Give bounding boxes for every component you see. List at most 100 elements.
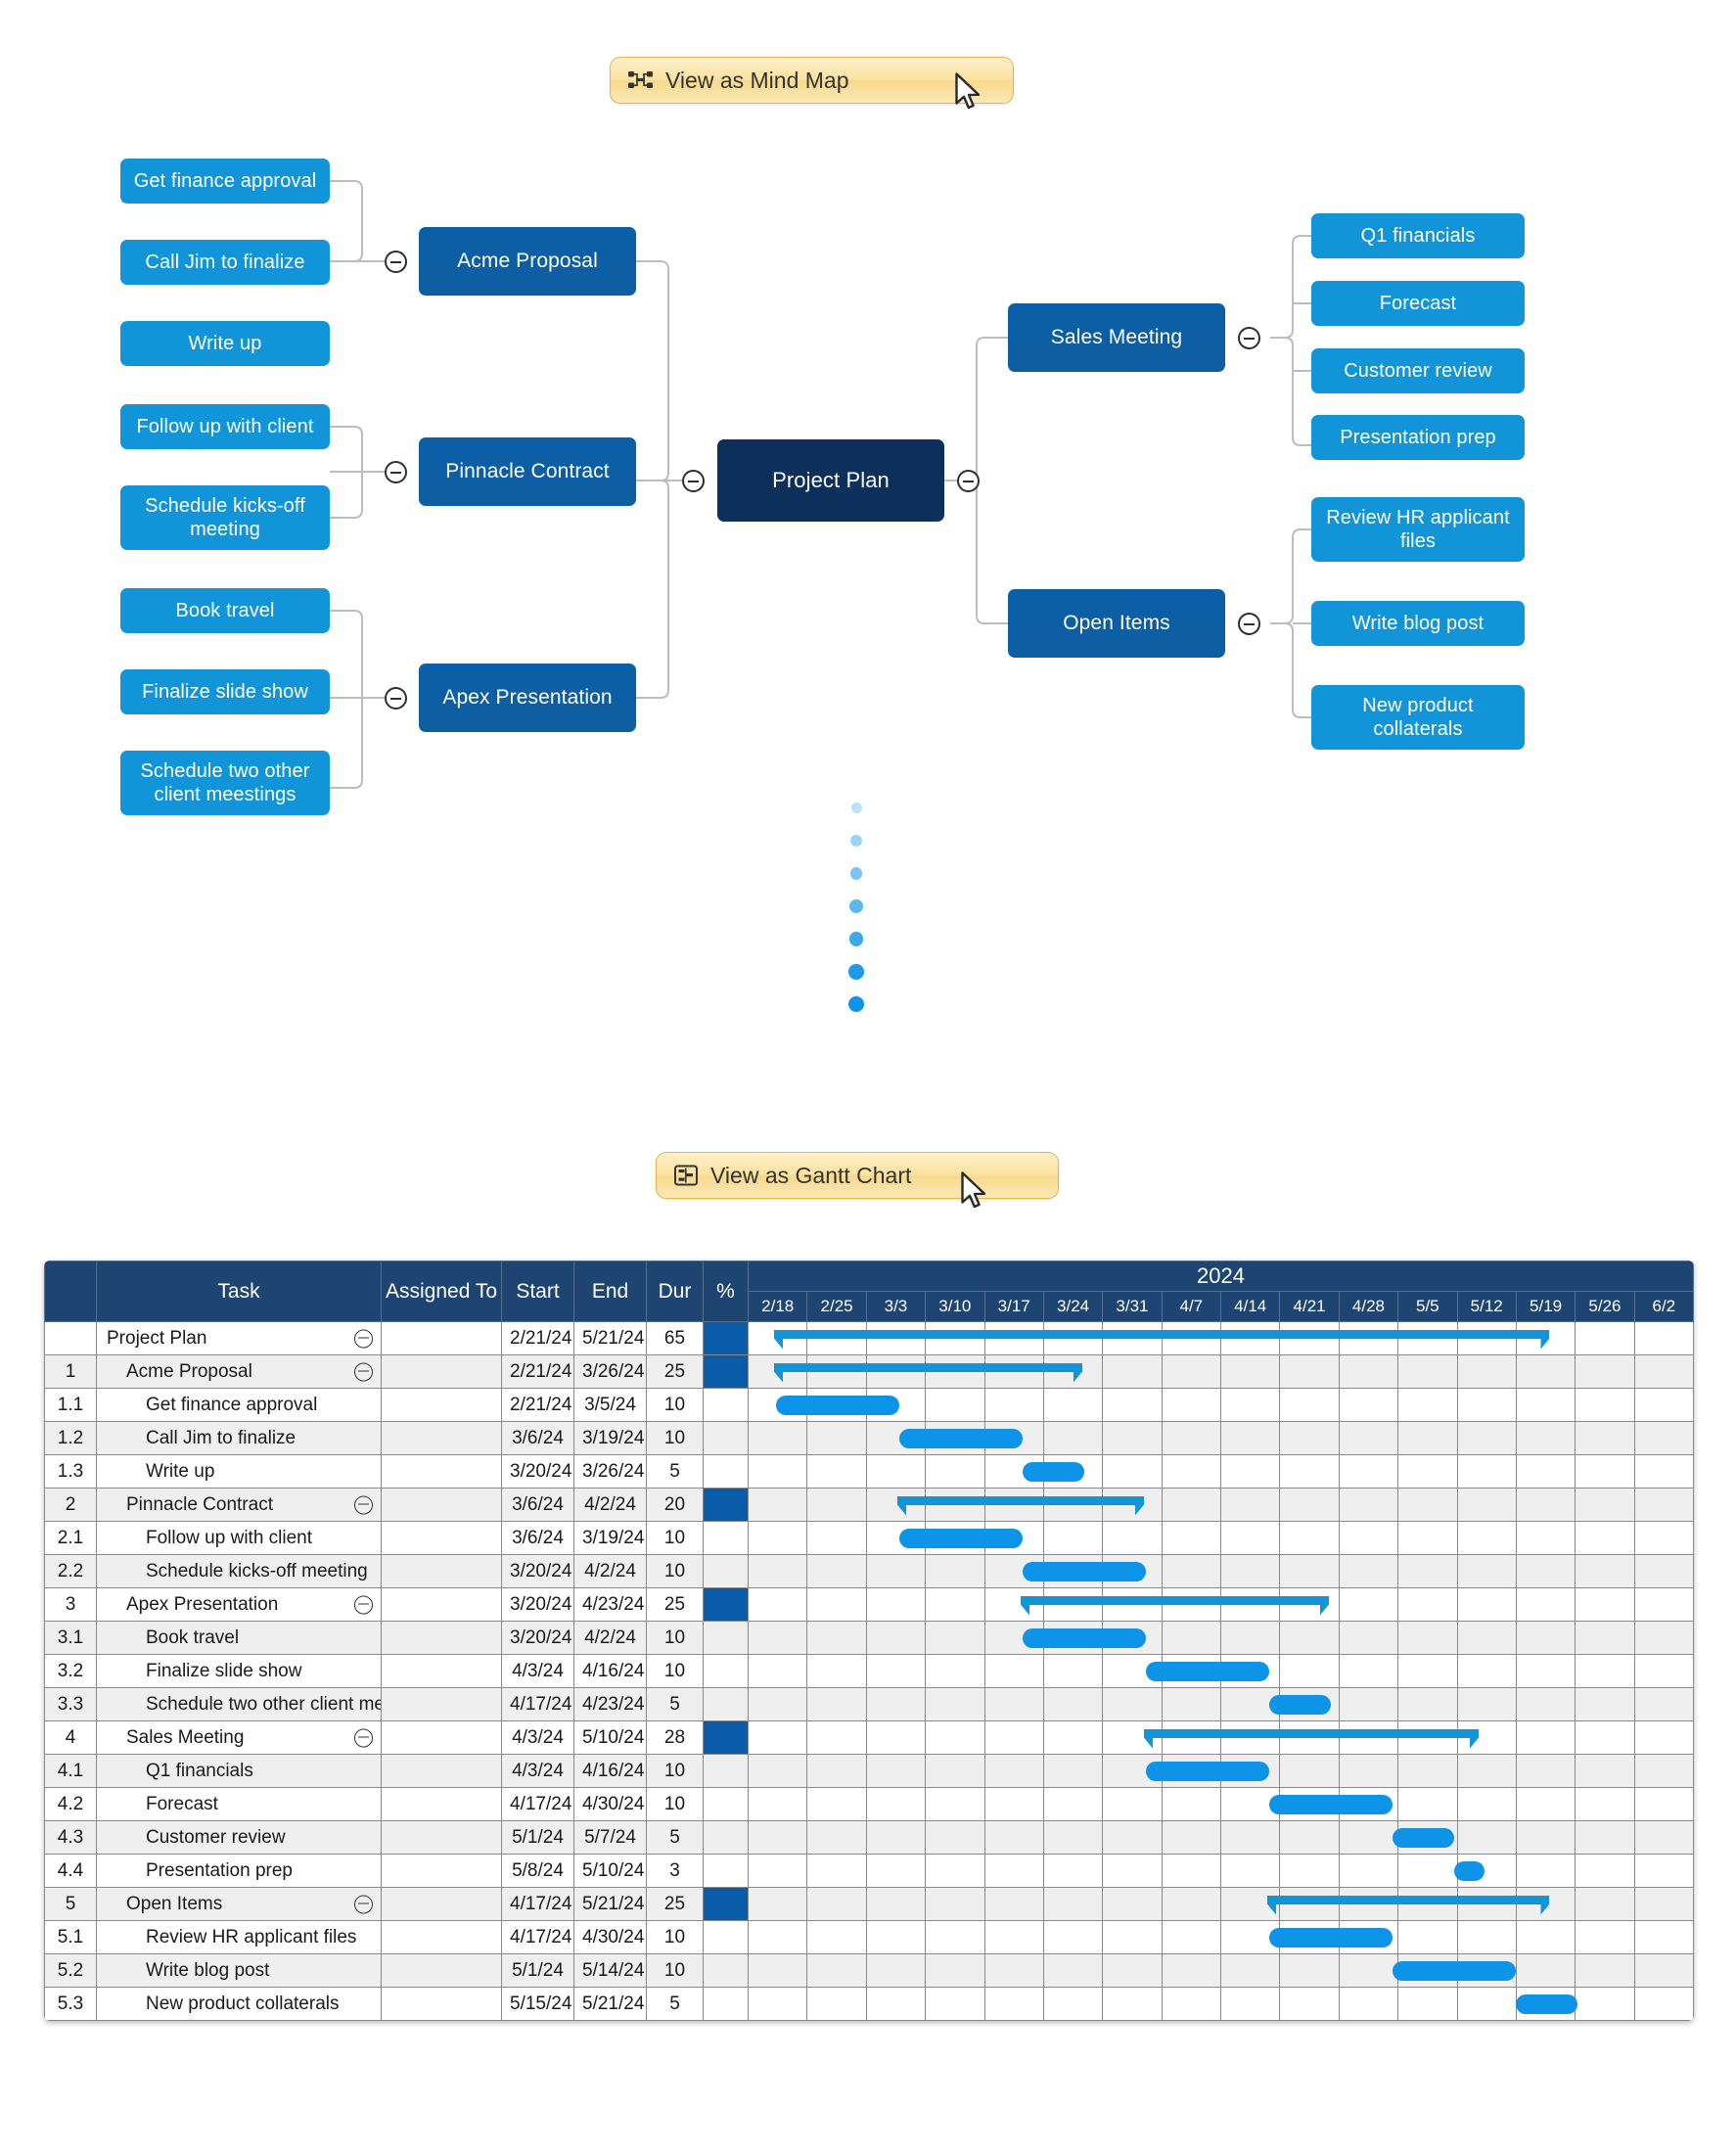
gantt-grid-cell: [1102, 1687, 1163, 1721]
gantt-table-row[interactable]: 1 Acme Proposal 2/21/24 3/26/24 25: [44, 1354, 1694, 1389]
mindmap-leaf-write-up[interactable]: Write up: [120, 321, 330, 366]
gantt-week-header: 4/7: [1161, 1291, 1222, 1322]
mindmap-leaf-forecast[interactable]: Forecast: [1311, 281, 1525, 326]
mindmap-leaf-customer-review[interactable]: Customer review: [1311, 348, 1525, 393]
gantt-table-row[interactable]: 4.4 Presentation prep 5/8/24 5/10/24 3: [44, 1854, 1694, 1888]
gantt-grid-cell: [806, 1388, 867, 1422]
gantt-grid-cell: [806, 1920, 867, 1954]
gantt-table-row[interactable]: 3.1 Book travel 3/20/24 4/2/24 10: [44, 1621, 1694, 1655]
mindmap-branch-apex-presentation[interactable]: Apex Presentation: [419, 664, 636, 732]
gantt-table-row[interactable]: 1.2 Call Jim to finalize 3/6/24 3/19/24 10: [44, 1421, 1694, 1455]
row-collapse-icon[interactable]: [354, 1329, 373, 1348]
gantt-table-row[interactable]: 1.1 Get finance approval 2/21/24 3/5/24 10: [44, 1388, 1694, 1422]
mindmap-collapse-open-items[interactable]: [1238, 613, 1260, 635]
mindmap-branch-open-items[interactable]: Open Items: [1008, 589, 1225, 658]
mindmap-collapse-sales-meeting[interactable]: [1238, 327, 1260, 349]
mindmap-leaf-book-travel[interactable]: Book travel: [120, 588, 330, 633]
row-collapse-icon[interactable]: [354, 1895, 373, 1913]
mindmap-leaf-new-product-collaterals[interactable]: New product collaterals: [1311, 685, 1525, 750]
gantt-grid-cell: [1633, 1887, 1694, 1921]
row-collapse-icon[interactable]: [354, 1362, 373, 1381]
gantt-grid-cell: [1633, 1354, 1694, 1389]
cell-assigned-to: [381, 1987, 502, 2021]
cell-start: 3/20/24: [501, 1454, 574, 1489]
gantt-grid-cell: [1515, 1720, 1576, 1755]
gantt-grid-cell: [1042, 1488, 1104, 1522]
gantt-grid-cell: [983, 1621, 1044, 1655]
gantt-table-row[interactable]: 4.2 Forecast 4/17/24 4/30/24 10: [44, 1787, 1694, 1821]
mindmap-leaf-review-hr-applicant-files[interactable]: Review HR applicant files: [1311, 497, 1525, 562]
mindmap-leaf-follow-up-with-client[interactable]: Follow up with client: [120, 404, 330, 449]
header-task[interactable]: Task: [96, 1260, 382, 1322]
gantt-grid-cell: [1338, 1887, 1399, 1921]
mindmap-collapse-acme-proposal[interactable]: [385, 251, 407, 273]
mindmap-collapse-root-left[interactable]: [682, 470, 705, 492]
gantt-grid-cell: [1397, 1521, 1458, 1555]
mindmap-leaf-schedule-two-other-client-meestings[interactable]: Schedule two other client meestings: [120, 751, 330, 815]
mindmap-leaf-finalize-slide-show[interactable]: Finalize slide show: [120, 669, 330, 714]
header-start[interactable]: Start: [501, 1260, 574, 1322]
gantt-table-row[interactable]: 1.3 Write up 3/20/24 3/26/24 5: [44, 1454, 1694, 1489]
cell-assigned-to: [381, 1920, 502, 1954]
gantt-grid-cell: [1575, 1887, 1635, 1921]
mindmap-branch-pinnacle-contract[interactable]: Pinnacle Contract: [419, 437, 636, 506]
view-as-gantt-chart-button[interactable]: View as Gantt Chart: [656, 1152, 1059, 1199]
gantt-grid-cell: [1397, 1621, 1458, 1655]
gantt-table-row[interactable]: 5.1 Review HR applicant files 4/17/24 4/30/…: [44, 1920, 1694, 1954]
gantt-grid-cell: [1279, 1920, 1340, 1954]
header-pct[interactable]: %: [703, 1260, 749, 1322]
gantt-grid-cell: [1575, 1820, 1635, 1855]
mindmap-leaf-schedule-kicks-off-meeting[interactable]: Schedule kicks-off meeting: [120, 485, 330, 550]
mind-map-canvas: Get finance approval Call Jim to finaliz…: [0, 0, 1736, 1077]
gantt-table-row[interactable]: 3.2 Finalize slide show 4/3/24 4/16/24 10: [44, 1654, 1694, 1688]
header-end[interactable]: End: [573, 1260, 647, 1322]
gantt-grid-cell: [1456, 1421, 1517, 1455]
mindmap-collapse-pinnacle-contract[interactable]: [385, 461, 407, 483]
gantt-table-row[interactable]: 5 Open Items 4/17/24 5/21/24 25: [44, 1887, 1694, 1921]
row-collapse-icon[interactable]: [354, 1728, 373, 1747]
cell-dur: 10: [646, 1920, 704, 1954]
task-name-label: Get finance approval: [146, 1394, 318, 1415]
mindmap-collapse-root-right[interactable]: [957, 470, 980, 492]
cell-end: 4/30/24: [573, 1787, 647, 1821]
mindmap-leaf-presentation-prep[interactable]: Presentation prep: [1311, 415, 1525, 460]
gantt-grid-cell: [925, 1687, 985, 1721]
mindmap-branch-acme-proposal[interactable]: Acme Proposal: [419, 227, 636, 296]
header-assigned-to[interactable]: Assigned To: [381, 1260, 502, 1322]
mindmap-leaf-q1-financials[interactable]: Q1 financials: [1311, 213, 1525, 258]
gantt-table-row[interactable]: 4.3 Customer review 5/1/24 5/7/24 5: [44, 1820, 1694, 1855]
mindmap-branch-sales-meeting[interactable]: Sales Meeting: [1008, 303, 1225, 372]
mindmap-collapse-apex-presentation[interactable]: [385, 687, 407, 710]
gantt-grid-cell: [1397, 1587, 1458, 1622]
row-collapse-icon[interactable]: [354, 1495, 373, 1514]
gantt-grid-cell: [806, 1554, 867, 1588]
gantt-grid-cell: [747, 1987, 808, 2021]
cell-dur: 10: [646, 1654, 704, 1688]
gantt-grid-cell: [1633, 1321, 1694, 1355]
loading-dot: [848, 964, 864, 980]
gantt-grid-cell: [865, 1987, 927, 2021]
gantt-table-row[interactable]: 5.3 New product collaterals 5/15/24 5/21/24…: [44, 1987, 1694, 2021]
gantt-grid-cell: [1575, 1421, 1635, 1455]
gantt-table-row[interactable]: 5.2 Write blog post 5/1/24 5/14/24 10: [44, 1953, 1694, 1988]
gantt-table-row[interactable]: 2.2 Schedule kicks-off meeting 3/20/24 4/2/…: [44, 1554, 1694, 1588]
mindmap-leaf-call-jim-to-finalize[interactable]: Call Jim to finalize: [120, 240, 330, 285]
cell-start: 4/17/24: [501, 1887, 574, 1921]
gantt-table-row[interactable]: 4 Sales Meeting 4/3/24 5/10/24 28: [44, 1720, 1694, 1755]
gantt-table-row[interactable]: 4.1 Q1 financials 4/3/24 4/16/24 10: [44, 1754, 1694, 1788]
gantt-table-row[interactable]: Project Plan 2/21/24 5/21/24 65: [44, 1321, 1694, 1355]
cell-start: 4/3/24: [501, 1720, 574, 1755]
mindmap-root-project-plan[interactable]: Project Plan: [717, 439, 944, 522]
row-collapse-icon[interactable]: [354, 1595, 373, 1614]
mindmap-leaf-write-blog-post[interactable]: Write blog post: [1311, 601, 1525, 646]
gantt-grid-cell: [1633, 1621, 1694, 1655]
cell-start: 2/21/24: [501, 1388, 574, 1422]
gantt-table-row[interactable]: 2.1 Follow up with client 3/6/24 3/19/24 10: [44, 1521, 1694, 1555]
mindmap-leaf-get-finance-approval[interactable]: Get finance approval: [120, 159, 330, 204]
gantt-table-row[interactable]: 2 Pinnacle Contract 3/6/24 4/2/24 20: [44, 1488, 1694, 1522]
gantt-table-row[interactable]: 3 Apex Presentation 3/20/24 4/23/24 25: [44, 1587, 1694, 1622]
header-dur[interactable]: Dur: [646, 1260, 704, 1322]
gantt-table-row[interactable]: 3.3 Schedule two other client meestings 4/…: [44, 1687, 1694, 1721]
header-wbs[interactable]: [44, 1260, 97, 1322]
gantt-grid-cell: [1456, 1920, 1517, 1954]
